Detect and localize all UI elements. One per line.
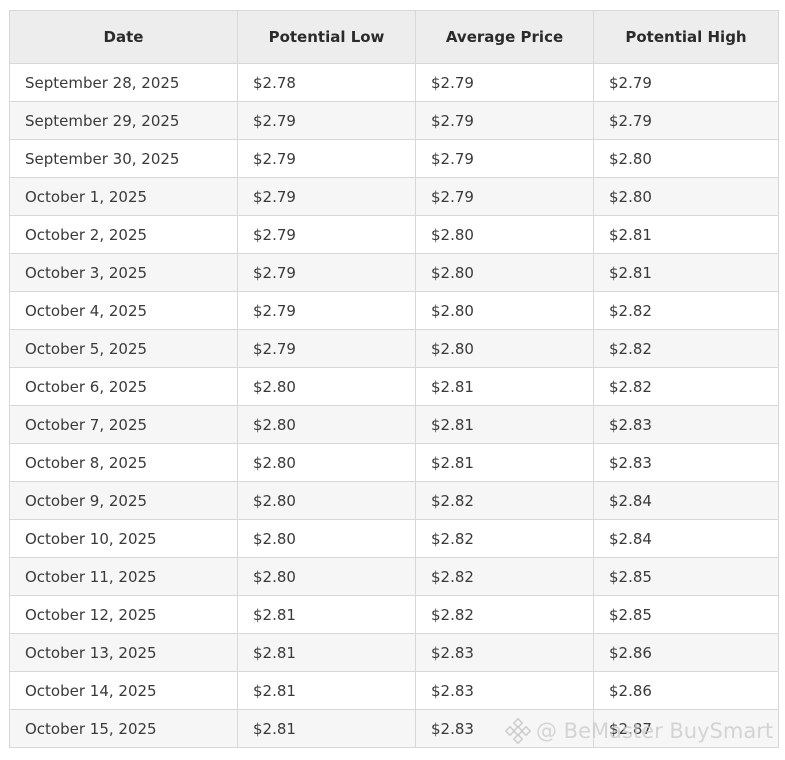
cell-date: September 29, 2025 [9, 101, 238, 140]
table-header: Date Potential Low Average Price Potenti… [9, 10, 779, 64]
cell-potential-high: $2.80 [593, 177, 779, 216]
cell-date: October 15, 2025 [9, 709, 238, 748]
table-row: October 14, 2025 $2.81 $2.83 $2.86 [9, 671, 779, 710]
cell-potential-high: $2.79 [593, 63, 779, 102]
table-row: October 12, 2025 $2.81 $2.82 $2.85 [9, 595, 779, 634]
cell-date: October 8, 2025 [9, 443, 238, 482]
cell-potential-high: $2.85 [593, 557, 779, 596]
cell-potential-high: $2.84 [593, 481, 779, 520]
cell-potential-low: $2.80 [237, 557, 416, 596]
cell-date: October 14, 2025 [9, 671, 238, 710]
cell-average-price: $2.81 [415, 443, 594, 482]
table-row: October 15, 2025 $2.81 $2.83 $2.87 [9, 709, 779, 748]
header-potential-low: Potential Low [237, 10, 416, 64]
cell-date: October 5, 2025 [9, 329, 238, 368]
cell-average-price: $2.82 [415, 481, 594, 520]
cell-potential-low: $2.78 [237, 63, 416, 102]
cell-potential-low: $2.79 [237, 101, 416, 140]
table-row: October 11, 2025 $2.80 $2.82 $2.85 [9, 557, 779, 596]
cell-average-price: $2.83 [415, 709, 594, 748]
page: Date Potential Low Average Price Potenti… [0, 0, 785, 760]
cell-date: October 12, 2025 [9, 595, 238, 634]
cell-potential-high: $2.81 [593, 215, 779, 254]
cell-potential-high: $2.82 [593, 329, 779, 368]
cell-potential-low: $2.79 [237, 329, 416, 368]
cell-average-price: $2.79 [415, 139, 594, 178]
cell-potential-high: $2.81 [593, 253, 779, 292]
header-average-price: Average Price [415, 10, 594, 64]
cell-date: October 10, 2025 [9, 519, 238, 558]
table-row: September 29, 2025 $2.79 $2.79 $2.79 [9, 101, 779, 140]
cell-date: October 4, 2025 [9, 291, 238, 330]
price-prediction-table: Date Potential Low Average Price Potenti… [9, 10, 779, 748]
table-row: October 13, 2025 $2.81 $2.83 $2.86 [9, 633, 779, 672]
cell-date: October 1, 2025 [9, 177, 238, 216]
cell-average-price: $2.80 [415, 215, 594, 254]
table-row: October 1, 2025 $2.79 $2.79 $2.80 [9, 177, 779, 216]
header-potential-high: Potential High [593, 10, 779, 64]
cell-potential-high: $2.82 [593, 291, 779, 330]
table-row: September 28, 2025 $2.78 $2.79 $2.79 [9, 63, 779, 102]
cell-date: September 28, 2025 [9, 63, 238, 102]
cell-potential-low: $2.79 [237, 253, 416, 292]
cell-potential-low: $2.81 [237, 595, 416, 634]
cell-date: October 3, 2025 [9, 253, 238, 292]
table-row: September 30, 2025 $2.79 $2.79 $2.80 [9, 139, 779, 178]
cell-date: October 13, 2025 [9, 633, 238, 672]
table-row: October 3, 2025 $2.79 $2.80 $2.81 [9, 253, 779, 292]
cell-average-price: $2.83 [415, 633, 594, 672]
table-row: October 10, 2025 $2.80 $2.82 $2.84 [9, 519, 779, 558]
cell-average-price: $2.79 [415, 177, 594, 216]
cell-potential-high: $2.85 [593, 595, 779, 634]
cell-potential-low: $2.79 [237, 291, 416, 330]
cell-potential-high: $2.83 [593, 443, 779, 482]
cell-average-price: $2.79 [415, 63, 594, 102]
table-row: October 8, 2025 $2.80 $2.81 $2.83 [9, 443, 779, 482]
cell-potential-low: $2.80 [237, 443, 416, 482]
cell-average-price: $2.81 [415, 367, 594, 406]
table-row: October 2, 2025 $2.79 $2.80 $2.81 [9, 215, 779, 254]
cell-potential-high: $2.79 [593, 101, 779, 140]
cell-average-price: $2.82 [415, 557, 594, 596]
cell-potential-low: $2.79 [237, 215, 416, 254]
cell-potential-high: $2.84 [593, 519, 779, 558]
table-row: October 6, 2025 $2.80 $2.81 $2.82 [9, 367, 779, 406]
cell-potential-low: $2.81 [237, 671, 416, 710]
cell-average-price: $2.80 [415, 253, 594, 292]
table-row: October 4, 2025 $2.79 $2.80 $2.82 [9, 291, 779, 330]
cell-average-price: $2.80 [415, 291, 594, 330]
cell-date: October 6, 2025 [9, 367, 238, 406]
cell-potential-low: $2.81 [237, 709, 416, 748]
cell-potential-high: $2.82 [593, 367, 779, 406]
cell-potential-high: $2.83 [593, 405, 779, 444]
cell-date: October 2, 2025 [9, 215, 238, 254]
table-row: October 5, 2025 $2.79 $2.80 $2.82 [9, 329, 779, 368]
cell-potential-low: $2.79 [237, 139, 416, 178]
cell-average-price: $2.79 [415, 101, 594, 140]
cell-date: October 9, 2025 [9, 481, 238, 520]
cell-date: September 30, 2025 [9, 139, 238, 178]
cell-potential-high: $2.80 [593, 139, 779, 178]
cell-potential-high: $2.86 [593, 633, 779, 672]
cell-average-price: $2.81 [415, 405, 594, 444]
cell-average-price: $2.82 [415, 595, 594, 634]
cell-potential-low: $2.80 [237, 481, 416, 520]
cell-potential-high: $2.86 [593, 671, 779, 710]
cell-potential-low: $2.80 [237, 519, 416, 558]
cell-date: October 11, 2025 [9, 557, 238, 596]
cell-average-price: $2.82 [415, 519, 594, 558]
cell-average-price: $2.80 [415, 329, 594, 368]
cell-potential-low: $2.81 [237, 633, 416, 672]
cell-date: October 7, 2025 [9, 405, 238, 444]
header-date: Date [9, 10, 238, 64]
cell-potential-high: $2.87 [593, 709, 779, 748]
table-row: October 7, 2025 $2.80 $2.81 $2.83 [9, 405, 779, 444]
header-row: Date Potential Low Average Price Potenti… [9, 10, 779, 64]
cell-potential-low: $2.80 [237, 405, 416, 444]
table-body: September 28, 2025 $2.78 $2.79 $2.79 Septemb… [9, 63, 779, 748]
cell-potential-low: $2.80 [237, 367, 416, 406]
cell-average-price: $2.83 [415, 671, 594, 710]
table-row: October 9, 2025 $2.80 $2.82 $2.84 [9, 481, 779, 520]
cell-potential-low: $2.79 [237, 177, 416, 216]
